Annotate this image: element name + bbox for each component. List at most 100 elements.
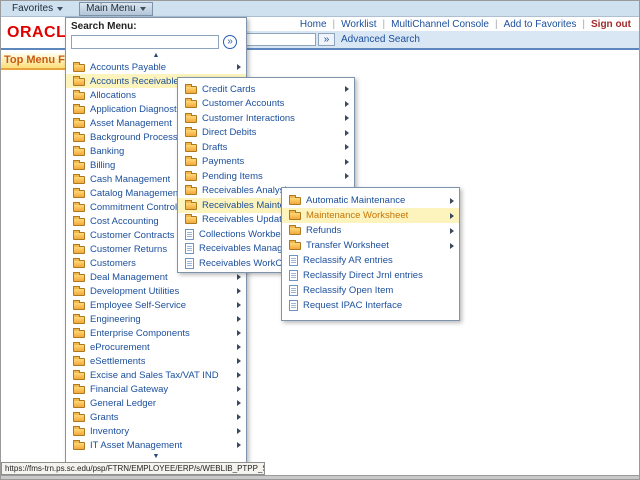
peoplesoft-window: Favorites Main Menu Home|Worklist|MultiC… bbox=[0, 0, 640, 480]
advanced-search-link[interactable]: Advanced Search bbox=[341, 34, 420, 45]
menu-item-accounts-payable[interactable]: Accounts Payable bbox=[66, 60, 246, 74]
menu-item-it-asset-management[interactable]: IT Asset Management bbox=[66, 438, 246, 452]
menu-item-inventory[interactable]: Inventory bbox=[66, 424, 246, 438]
menu-item-customer-interactions[interactable]: Customer Interactions bbox=[178, 111, 354, 126]
folder-icon bbox=[73, 106, 85, 114]
folder-icon bbox=[73, 372, 85, 380]
folder-icon bbox=[73, 260, 85, 268]
main-menu-button[interactable]: Main Menu bbox=[79, 2, 152, 16]
menu-item-payments[interactable]: Payments bbox=[178, 155, 354, 170]
header-link-add-to-favorites[interactable]: Add to Favorites bbox=[504, 19, 577, 30]
menu-item-financial-gateway[interactable]: Financial Gateway bbox=[66, 382, 246, 396]
menu-item-label: Development Utilities bbox=[90, 286, 179, 297]
menu-item-label: Automatic Maintenance bbox=[306, 195, 405, 206]
submenu-arrow-icon bbox=[345, 130, 349, 136]
submenu-arrow-icon bbox=[237, 372, 241, 378]
submenu-arrow-icon bbox=[345, 86, 349, 92]
menu-item-label: Request IPAC Interface bbox=[303, 300, 402, 311]
menu-item-drafts[interactable]: Drafts bbox=[178, 140, 354, 155]
menu-item-eprocurement[interactable]: eProcurement bbox=[66, 340, 246, 354]
menu-item-direct-debits[interactable]: Direct Debits bbox=[178, 126, 354, 141]
menu-item-label: Payments bbox=[202, 156, 244, 167]
menu-item-label: Customer Accounts bbox=[202, 98, 284, 109]
menu-item-label: Customer Contracts bbox=[90, 230, 174, 241]
menu-item-label: Transfer Worksheet bbox=[306, 240, 389, 251]
menu-item-reclassify-open-item[interactable]: Reclassify Open Item bbox=[282, 283, 459, 298]
header-link-worklist[interactable]: Worklist bbox=[341, 19, 376, 30]
submenu-arrow-icon bbox=[450, 228, 454, 234]
menu-search-section: Search Menu: » bbox=[66, 18, 246, 51]
menu-search-input[interactable] bbox=[71, 35, 219, 49]
folder-icon bbox=[73, 246, 85, 254]
menu-item-label: Billing bbox=[90, 160, 115, 171]
search-menu-label: Search Menu: bbox=[71, 21, 241, 32]
menu-item-label: eProcurement bbox=[90, 342, 150, 353]
menu-item-reclassify-ar-entries[interactable]: Reclassify AR entries bbox=[282, 253, 459, 268]
menu-item-request-ipac-interface[interactable]: Request IPAC Interface bbox=[282, 298, 459, 313]
favorites-label: Favorites bbox=[12, 3, 53, 14]
submenu-arrow-icon bbox=[345, 173, 349, 179]
menu-search-go-button[interactable]: » bbox=[223, 35, 237, 49]
chevron-down-icon bbox=[140, 7, 146, 11]
menu-item-refunds[interactable]: Refunds bbox=[282, 223, 459, 238]
favorites-menu-button[interactable]: Favorites bbox=[6, 2, 69, 16]
menu-item-label: Accounts Payable bbox=[90, 62, 166, 73]
menu-item-excise-and-sales-tax-vat-ind[interactable]: Excise and Sales Tax/VAT IND bbox=[66, 368, 246, 382]
folder-icon bbox=[73, 414, 85, 422]
scroll-down-arrow[interactable]: ▼ bbox=[66, 452, 246, 461]
folder-icon bbox=[73, 428, 85, 436]
document-icon bbox=[289, 255, 298, 266]
main-menu-label: Main Menu bbox=[86, 3, 135, 14]
menu-item-transfer-worksheet[interactable]: Transfer Worksheet bbox=[282, 238, 459, 253]
submenu-arrow-icon bbox=[237, 358, 241, 364]
header-link-home[interactable]: Home bbox=[300, 19, 327, 30]
menu-item-maintenance-worksheet[interactable]: Maintenance Worksheet bbox=[282, 208, 459, 223]
menu-bar: Favorites Main Menu bbox=[1, 1, 639, 17]
submenu-arrow-icon bbox=[345, 159, 349, 165]
folder-icon bbox=[289, 212, 301, 220]
menu-item-grants[interactable]: Grants bbox=[66, 410, 246, 424]
document-icon bbox=[289, 285, 298, 296]
menu-item-development-utilities[interactable]: Development Utilities bbox=[66, 284, 246, 298]
menu-item-label: Maintenance Worksheet bbox=[306, 210, 408, 221]
folder-icon bbox=[185, 216, 197, 224]
menu-item-customer-accounts[interactable]: Customer Accounts bbox=[178, 97, 354, 112]
menu-item-employee-self-service[interactable]: Employee Self-Service bbox=[66, 298, 246, 312]
submenu-arrow-icon bbox=[237, 344, 241, 350]
folder-icon bbox=[73, 162, 85, 170]
submenu-arrow-icon bbox=[237, 428, 241, 434]
document-icon bbox=[289, 270, 298, 281]
menu-item-enterprise-components[interactable]: Enterprise Components bbox=[66, 326, 246, 340]
menu-item-automatic-maintenance[interactable]: Automatic Maintenance bbox=[282, 193, 459, 208]
menu-item-credit-cards[interactable]: Credit Cards bbox=[178, 82, 354, 97]
menu-item-label: Engineering bbox=[90, 314, 141, 325]
menu-item-general-ledger[interactable]: General Ledger bbox=[66, 396, 246, 410]
folder-icon bbox=[73, 302, 85, 310]
menu-item-label: Direct Debits bbox=[202, 127, 256, 138]
menu-item-pending-items[interactable]: Pending Items bbox=[178, 169, 354, 184]
submenu-arrow-icon bbox=[237, 288, 241, 294]
folder-icon bbox=[73, 134, 85, 142]
header-search-go-button[interactable]: » bbox=[318, 33, 335, 46]
folder-icon bbox=[289, 227, 301, 235]
header-links: Home|Worklist|MultiChannel Console|Add t… bbox=[300, 19, 631, 30]
menu-item-label: Receivables Analysis bbox=[202, 185, 291, 196]
window-bottom-edge bbox=[1, 475, 640, 480]
menu-item-reclassify-direct-jrnl-entries[interactable]: Reclassify Direct Jrnl entries bbox=[282, 268, 459, 283]
sign-out-link[interactable]: Sign out bbox=[591, 19, 631, 30]
folder-icon bbox=[73, 316, 85, 324]
menu-item-label: Cost Accounting bbox=[90, 216, 159, 227]
scroll-up-arrow[interactable]: ▲ bbox=[66, 51, 246, 60]
menu-item-label: Drafts bbox=[202, 142, 227, 153]
menu-item-label: eSettlements bbox=[90, 356, 145, 367]
menu-item-label: Commitment Control bbox=[90, 202, 177, 213]
folder-icon bbox=[73, 274, 85, 282]
folder-icon bbox=[73, 148, 85, 156]
separator: | bbox=[333, 19, 336, 30]
submenu-arrow-icon bbox=[450, 243, 454, 249]
folder-icon bbox=[185, 144, 197, 152]
folder-icon bbox=[185, 173, 197, 181]
header-link-multichannel-console[interactable]: MultiChannel Console bbox=[391, 19, 489, 30]
menu-item-esettlements[interactable]: eSettlements bbox=[66, 354, 246, 368]
menu-item-engineering[interactable]: Engineering bbox=[66, 312, 246, 326]
